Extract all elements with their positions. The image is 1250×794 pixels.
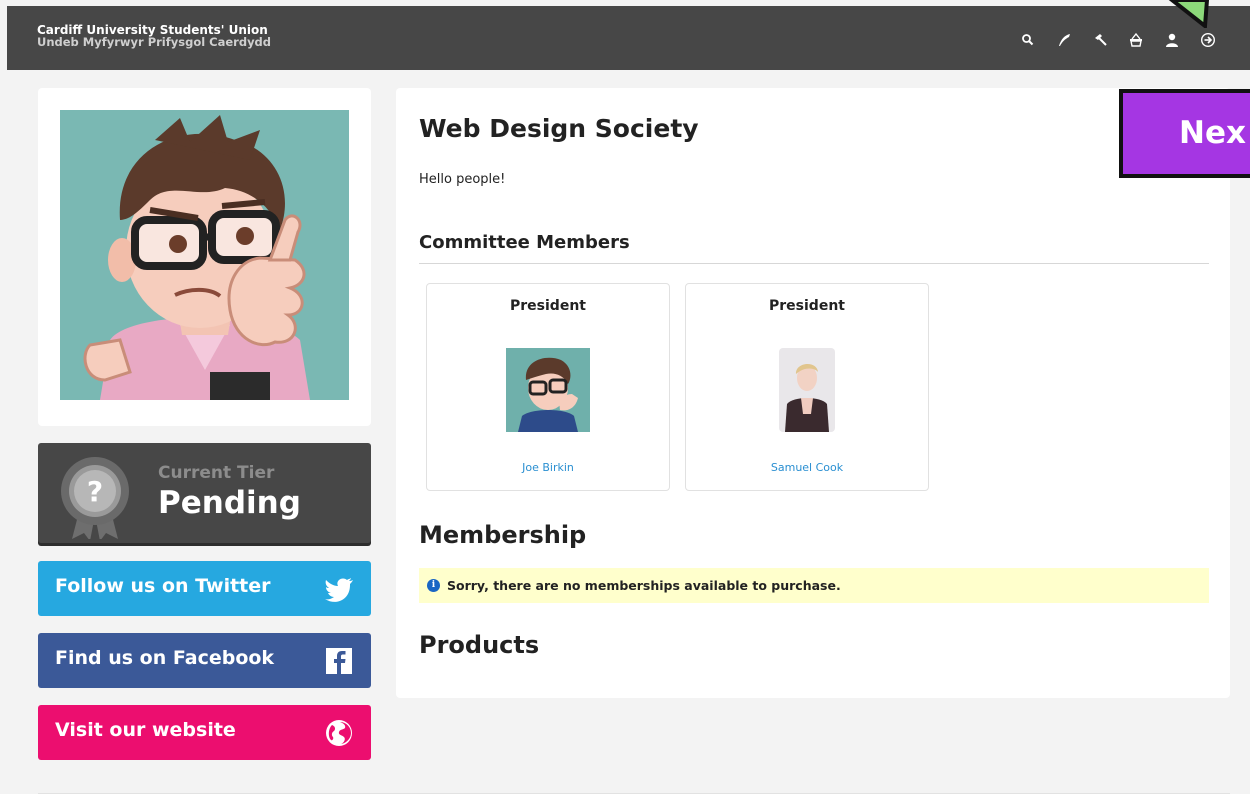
facebook-button[interactable]: Find us on Facebook bbox=[38, 633, 371, 688]
twitter-bird-icon bbox=[325, 578, 353, 602]
page-title: Web Design Society bbox=[419, 114, 699, 143]
quill-icon[interactable] bbox=[1056, 32, 1072, 48]
next-button[interactable]: Nex bbox=[1119, 89, 1250, 178]
main-content-panel: Web Design Society Hello people! Committ… bbox=[396, 88, 1230, 698]
member-name-link[interactable]: Samuel Cook bbox=[686, 461, 928, 474]
member-name-link[interactable]: Joe Birkin bbox=[427, 461, 669, 474]
member-role: President bbox=[769, 298, 845, 314]
top-nav-icons bbox=[1020, 32, 1216, 48]
green-arrow-overlay bbox=[1167, 0, 1217, 28]
info-icon: i bbox=[427, 579, 440, 592]
user-icon[interactable] bbox=[1164, 32, 1180, 48]
tier-value: Pending bbox=[158, 485, 301, 521]
sign-in-icon[interactable] bbox=[1200, 32, 1216, 48]
committee-heading: Committee Members bbox=[419, 232, 630, 253]
products-heading: Products bbox=[419, 631, 540, 659]
basket-icon[interactable] bbox=[1128, 32, 1144, 48]
brand-logo[interactable]: Cardiff University Students' Union Undeb… bbox=[37, 24, 271, 48]
membership-notice: i Sorry, there are no memberships availa… bbox=[419, 568, 1209, 603]
tier-label: Current Tier bbox=[158, 463, 275, 483]
website-label: Visit our website bbox=[55, 719, 236, 741]
member-avatar[interactable] bbox=[506, 348, 590, 432]
facebook-label: Find us on Facebook bbox=[55, 647, 275, 669]
twitter-label: Follow us on Twitter bbox=[55, 575, 271, 597]
facebook-icon bbox=[326, 648, 352, 674]
committee-member-card: President Samuel Cook bbox=[685, 283, 929, 491]
brand-title-welsh: Undeb Myfyrwyr Prifysgol Caerdydd bbox=[37, 35, 272, 49]
next-button-label: Nex bbox=[1179, 115, 1246, 151]
member-photo[interactable] bbox=[765, 348, 849, 432]
website-button[interactable]: Visit our website bbox=[38, 705, 371, 760]
membership-notice-text: Sorry, there are no memberships availabl… bbox=[447, 578, 841, 593]
society-avatar-card bbox=[38, 88, 371, 426]
globe-icon bbox=[326, 720, 352, 746]
society-description: Hello people! bbox=[419, 172, 506, 187]
gavel-icon[interactable] bbox=[1092, 32, 1108, 48]
society-avatar-image bbox=[60, 110, 349, 400]
search-icon[interactable] bbox=[1020, 32, 1036, 48]
top-bar: Cardiff University Students' Union Undeb… bbox=[7, 6, 1250, 70]
twitter-button[interactable]: Follow us on Twitter bbox=[38, 561, 371, 616]
divider bbox=[419, 263, 1209, 264]
svg-text:?: ? bbox=[87, 475, 103, 508]
member-role: President bbox=[510, 298, 586, 314]
membership-heading: Membership bbox=[419, 521, 587, 549]
tier-status-panel: ? Current Tier Pending bbox=[38, 443, 371, 543]
rosette-question-icon: ? bbox=[61, 457, 129, 539]
committee-member-card: President Joe Birkin bbox=[426, 283, 670, 491]
